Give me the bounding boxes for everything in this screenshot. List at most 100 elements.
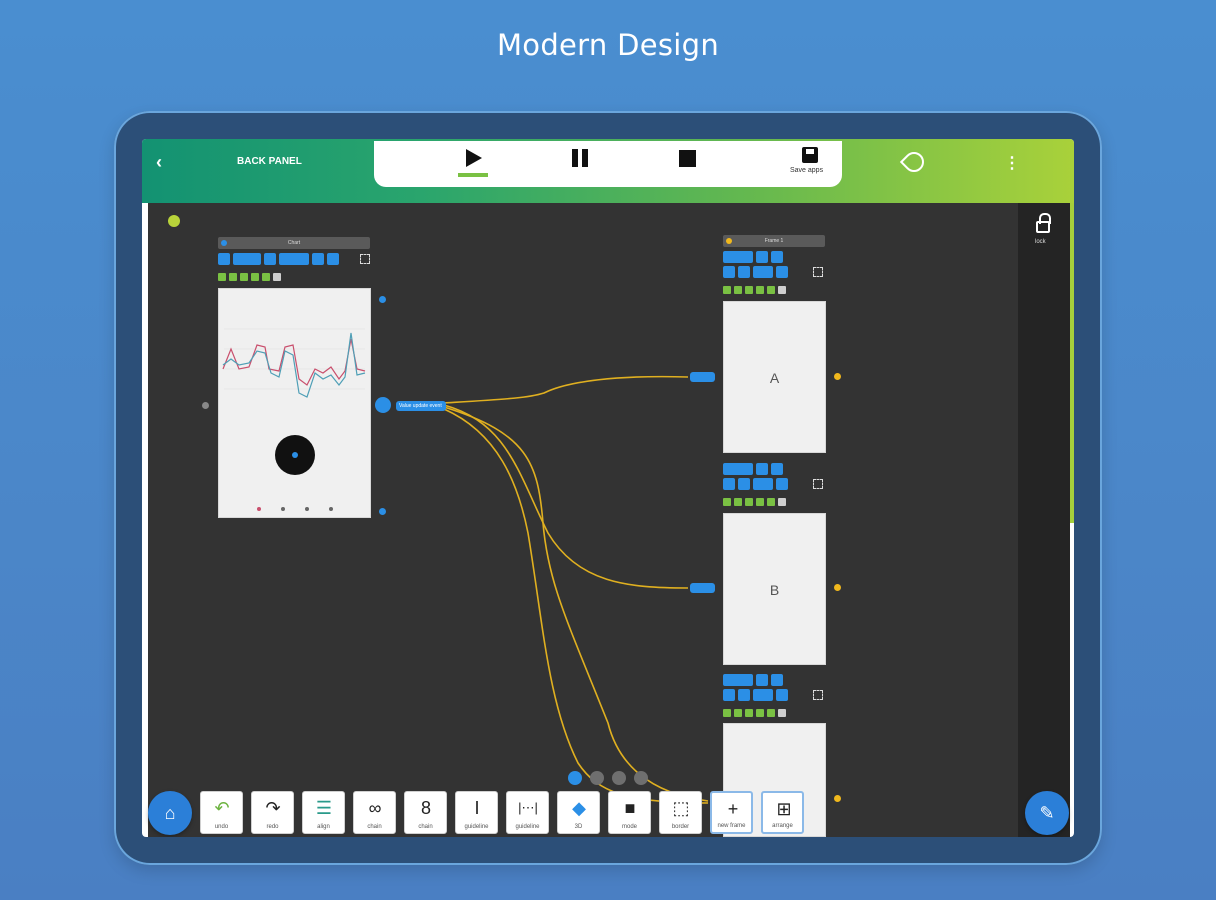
color-swatch[interactable] [723, 286, 731, 294]
node-chip[interactable] [738, 266, 750, 278]
color-swatch[interactable] [778, 709, 786, 717]
color-swatch[interactable] [778, 286, 786, 294]
more-menu-icon[interactable]: ⋮ [1004, 153, 1020, 173]
node-port[interactable] [834, 795, 841, 802]
frame-letter: B [769, 582, 780, 598]
output-port[interactable] [375, 397, 391, 413]
color-swatch[interactable] [251, 273, 259, 281]
screen-a-frame[interactable]: A [723, 301, 826, 453]
node-port[interactable] [834, 373, 841, 380]
color-swatch[interactable] [767, 709, 775, 717]
color-swatch[interactable] [734, 286, 742, 294]
chain-button[interactable]: ∞ chain [353, 791, 396, 834]
color-swatch[interactable] [734, 709, 742, 717]
node-chip[interactable] [753, 478, 773, 490]
node-chip[interactable] [723, 463, 753, 475]
color-swatch[interactable] [767, 286, 775, 294]
3d-button[interactable]: ◆ 3D [557, 791, 600, 834]
pause-icon[interactable] [572, 149, 588, 167]
lock-icon[interactable] [1036, 213, 1051, 233]
screen-b-frame[interactable]: B [723, 513, 826, 665]
chain-vertical-button[interactable]: 8 chain [404, 791, 447, 834]
color-swatch[interactable] [273, 273, 281, 281]
node-chip[interactable] [776, 689, 788, 701]
color-swatch[interactable] [723, 498, 731, 506]
input-connector[interactable] [690, 583, 715, 593]
node-port[interactable] [379, 296, 386, 303]
node-port[interactable] [379, 508, 386, 515]
color-swatch[interactable] [240, 273, 248, 281]
node-chip[interactable] [264, 253, 276, 265]
input-connector[interactable] [690, 372, 715, 382]
node-chip[interactable] [771, 463, 783, 475]
color-swatch[interactable] [723, 709, 731, 717]
node-chip[interactable] [776, 478, 788, 490]
guideline-button[interactable]: I guideline [455, 791, 498, 834]
color-swatch[interactable] [734, 498, 742, 506]
undo-button[interactable]: ↶ undo [200, 791, 243, 834]
save-icon[interactable] [802, 147, 818, 163]
color-swatch[interactable] [745, 498, 753, 506]
page-dot[interactable] [568, 771, 582, 785]
new-frame-button[interactable]: + new frame [710, 791, 753, 834]
redo-button[interactable]: ↷ redo [251, 791, 294, 834]
node-title-bar[interactable]: Chart [218, 237, 370, 249]
node-port[interactable] [834, 584, 841, 591]
expand-icon[interactable] [813, 267, 823, 277]
align-button[interactable]: ☰ align [302, 791, 345, 834]
stop-icon[interactable] [679, 150, 696, 167]
node-chip[interactable] [233, 253, 261, 265]
border-button[interactable]: ⬚ border [659, 791, 702, 834]
back-arrow-icon[interactable]: ‹ [156, 153, 170, 171]
node-port[interactable] [202, 402, 209, 409]
node-title-bar[interactable]: Frame 1 [723, 235, 825, 247]
node-chip[interactable] [327, 253, 339, 265]
color-swatch[interactable] [229, 273, 237, 281]
color-swatch[interactable] [767, 498, 775, 506]
node-chip[interactable] [218, 253, 230, 265]
guideline-h-button[interactable]: |⋯| guideline [506, 791, 549, 834]
arrange-button[interactable]: ⊞ arrange [761, 791, 804, 834]
node-chip[interactable] [776, 266, 788, 278]
color-swatch[interactable] [218, 273, 226, 281]
page-dot[interactable] [612, 771, 626, 785]
node-chip[interactable] [723, 478, 735, 490]
color-swatch[interactable] [756, 709, 764, 717]
color-swatch[interactable] [262, 273, 270, 281]
node-chip[interactable] [312, 253, 324, 265]
event-connector[interactable]: Value update event [396, 401, 446, 411]
mode-button[interactable]: ■ mode [608, 791, 651, 834]
page-dot[interactable] [590, 771, 604, 785]
main-screen-frame[interactable] [218, 288, 371, 518]
color-swatch[interactable] [745, 709, 753, 717]
expand-icon[interactable] [813, 479, 823, 489]
node-chip[interactable] [756, 463, 768, 475]
node-chip[interactable] [723, 674, 753, 686]
node-chip[interactable] [771, 674, 783, 686]
back-panel-label[interactable]: BACK PANEL [237, 156, 302, 167]
node-chip[interactable] [756, 251, 768, 263]
guideline-h-icon: |⋯| [518, 800, 538, 815]
node-chip[interactable] [738, 478, 750, 490]
page-dot[interactable] [634, 771, 648, 785]
editor-canvas[interactable]: Chart Value update event Frame 1 A B [148, 203, 1018, 837]
expand-icon[interactable] [360, 254, 370, 264]
node-chip[interactable] [756, 674, 768, 686]
node-chip[interactable] [771, 251, 783, 263]
home-button[interactable]: ⌂ [148, 791, 192, 835]
node-chip[interactable] [723, 266, 735, 278]
color-swatch[interactable] [778, 498, 786, 506]
color-swatch[interactable] [756, 286, 764, 294]
node-chip[interactable] [723, 251, 753, 263]
node-chip[interactable] [753, 689, 773, 701]
node-chip[interactable] [753, 266, 773, 278]
node-chip[interactable] [723, 689, 735, 701]
play-icon[interactable] [466, 149, 482, 167]
color-swatch[interactable] [756, 498, 764, 506]
rocket-icon[interactable] [899, 147, 929, 177]
node-chip[interactable] [279, 253, 309, 265]
color-swatch[interactable] [745, 286, 753, 294]
expand-icon[interactable] [813, 690, 823, 700]
node-chip[interactable] [738, 689, 750, 701]
edit-button[interactable]: ✎ [1025, 791, 1069, 835]
